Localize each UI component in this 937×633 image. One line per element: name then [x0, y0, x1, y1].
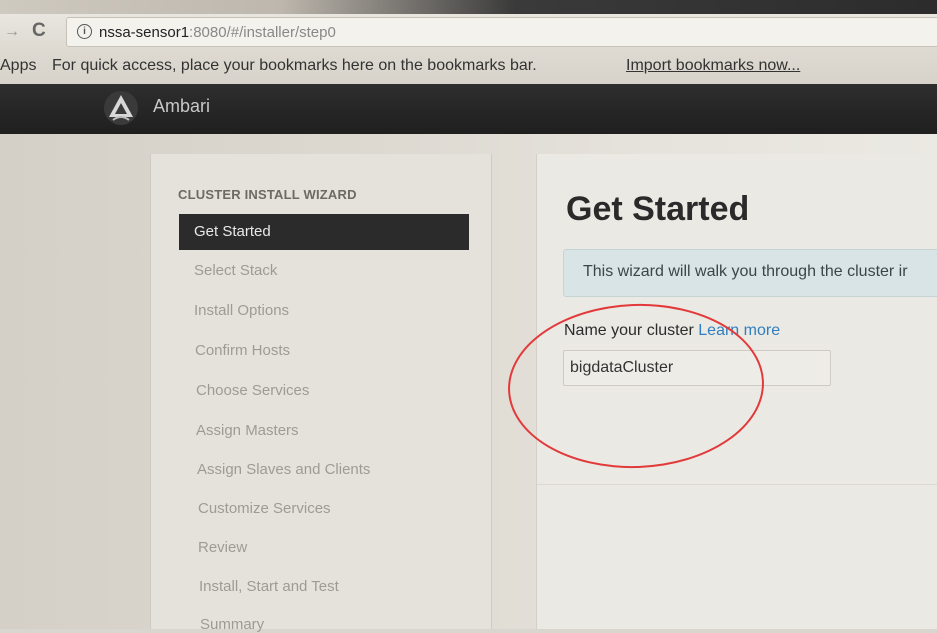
wizard-step-choose-services: Choose Services: [196, 382, 310, 399]
photo-frame-top: [0, 0, 937, 14]
address-bar[interactable]: i nssa-sensor1:8080/#/installer/step0: [66, 17, 937, 47]
content-divider: [537, 484, 937, 485]
bookmarks-bar: Apps For quick access, place your bookma…: [0, 50, 937, 84]
wizard-step-assign-masters: Assign Masters: [196, 422, 299, 439]
wizard-step-install-options: Install Options: [194, 302, 290, 319]
wizard-step-customize-services: Customize Services: [198, 500, 331, 517]
app-name[interactable]: Ambari: [153, 96, 210, 117]
wizard-step-assign-slaves: Assign Slaves and Clients: [197, 461, 371, 478]
wizard-step-install-start-test: Install, Start and Test: [199, 578, 339, 595]
url-path: :8080/#/installer/step0: [189, 24, 336, 41]
import-bookmarks-link[interactable]: Import bookmarks now...: [626, 57, 800, 75]
page-title: Get Started: [566, 190, 750, 228]
wizard-step-review: Review: [198, 539, 248, 556]
info-alert-text: This wizard will walk you through the cl…: [583, 263, 908, 280]
info-alert: This wizard will walk you through the cl…: [563, 249, 937, 297]
wizard-step-summary: Summary: [200, 616, 265, 633]
wizard-heading: CLUSTER INSTALL WIZARD: [178, 187, 357, 202]
wizard-step-get-started[interactable]: Get Started: [179, 214, 469, 250]
forward-arrow-icon[interactable]: →: [4, 23, 20, 41]
wizard-step-confirm-hosts: Confirm Hosts: [195, 342, 291, 359]
browser-toolbar: → C i nssa-sensor1:8080/#/installer/step…: [0, 14, 937, 50]
url-text: nssa-sensor1:8080/#/installer/step0: [99, 24, 336, 41]
app-header: Ambari: [0, 84, 937, 134]
wizard-step-select-stack: Select Stack: [194, 262, 278, 279]
url-host: nssa-sensor1: [99, 24, 190, 41]
ambari-logo-icon[interactable]: [103, 90, 139, 126]
bookmarks-hint-text: For quick access, place your bookmarks h…: [52, 57, 537, 74]
apps-shortcut[interactable]: Apps: [0, 57, 36, 75]
info-icon[interactable]: i: [77, 24, 92, 39]
reload-icon[interactable]: C: [32, 20, 46, 42]
wizard-sidebar: CLUSTER INSTALL WIZARD Get Started Selec…: [150, 154, 492, 633]
